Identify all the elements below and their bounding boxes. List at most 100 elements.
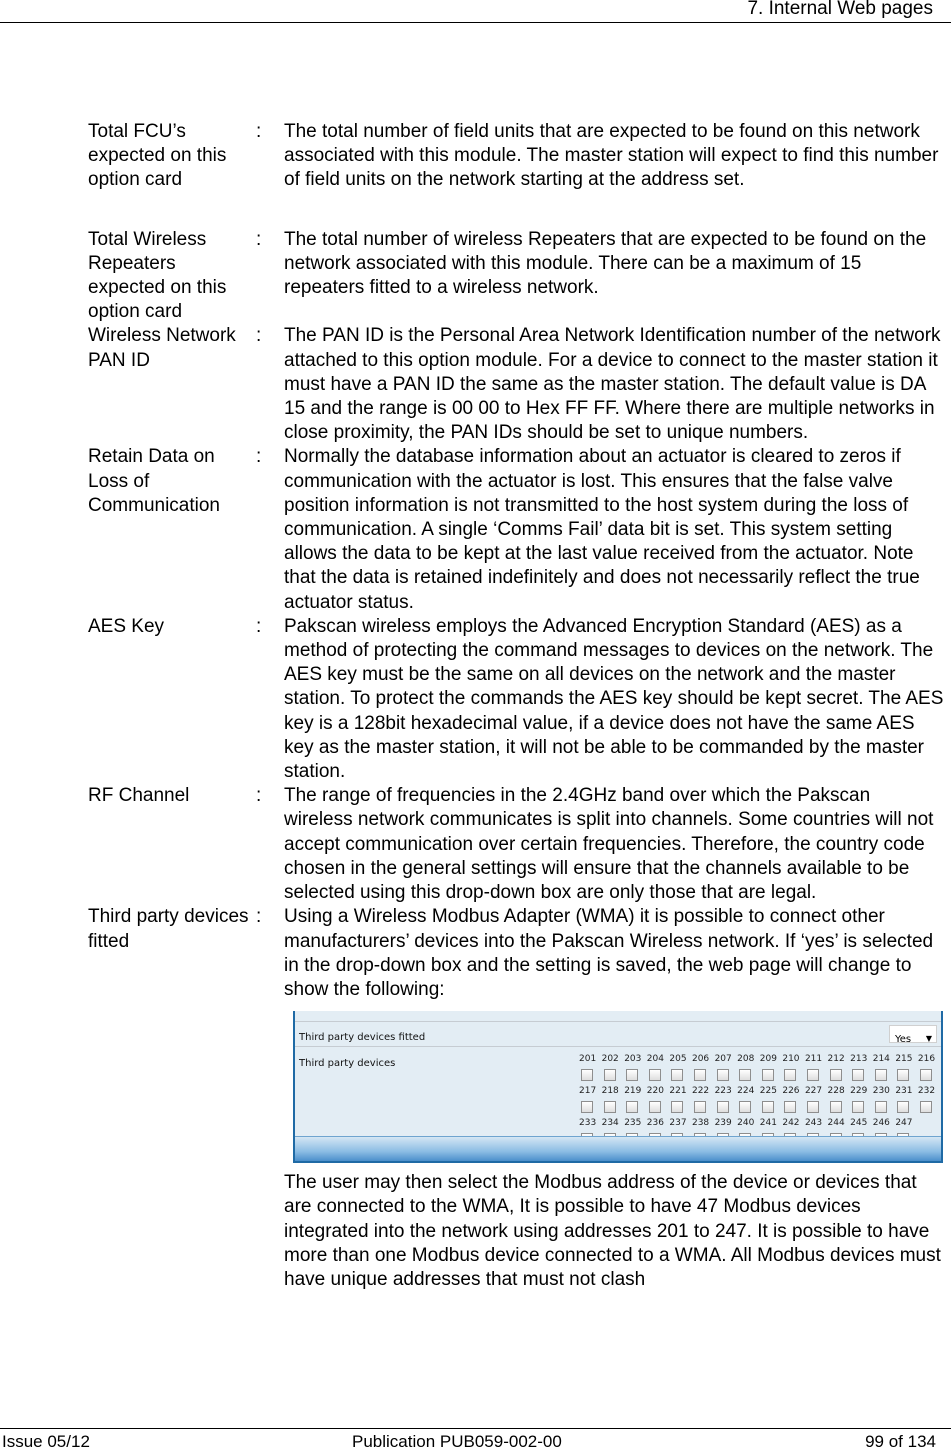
address-checkbox-227[interactable] [806, 1101, 819, 1114]
address-checkbox-205[interactable] [671, 1069, 684, 1082]
definition-description: The range of frequencies in the 2.4GHz b… [284, 785, 934, 904]
embedded-web-page-screenshot: Third party devices fitted Yes ▼ Third p… [293, 1011, 943, 1164]
address-label: 230 [872, 1086, 890, 1097]
address-checkbox-218[interactable] [603, 1101, 616, 1114]
address-label: 216 [917, 1054, 936, 1065]
address-checkbox-223[interactable] [716, 1101, 729, 1114]
definition-term: AES Key [88, 615, 165, 637]
address-checkbox-216[interactable] [919, 1069, 932, 1082]
definition-total-repeaters: Total Wireless Repeaters expected on thi… [88, 228, 948, 325]
address-label: 224 [737, 1086, 755, 1097]
third-party-fitted-label: Third party devices fitted [299, 1032, 426, 1044]
address-checkbox-222[interactable] [693, 1101, 706, 1114]
address-checkbox-202[interactable] [603, 1069, 616, 1082]
definition-term: Wireless Network PAN ID [88, 325, 236, 371]
address-label: 222 [691, 1086, 710, 1097]
definition-separator: : [256, 906, 262, 928]
third-party-devices-label: Third party devices [299, 1058, 396, 1070]
address-checkbox-209[interactable] [761, 1069, 774, 1082]
definition-term: RF Channel [88, 785, 190, 807]
address-checkbox-215[interactable] [897, 1069, 910, 1082]
address-label: 209 [759, 1054, 777, 1065]
definition-total-fcus: Total FCU’s expected on this option card… [88, 120, 948, 193]
address-checkbox-220[interactable] [648, 1101, 661, 1114]
address-checkbox-row [579, 1067, 941, 1083]
address-label: 226 [782, 1086, 800, 1097]
address-label: 231 [895, 1086, 913, 1097]
address-number-row: 233 234 235 236 237 238 239 240 241 242 243 244 245 2… [579, 1115, 941, 1131]
address-label: 205 [669, 1054, 687, 1065]
address-checkbox-219[interactable] [626, 1101, 639, 1114]
definition-separator: : [256, 325, 262, 347]
chevron-down-icon: ▼ [925, 1034, 932, 1044]
address-checkbox-211[interactable] [806, 1069, 819, 1082]
address-label: 213 [850, 1054, 868, 1065]
definition-term: Total Wireless Repeaters expected on thi… [88, 228, 227, 323]
address-label: 244 [827, 1118, 845, 1129]
address-label: 221 [669, 1086, 687, 1097]
address-label: 232 [917, 1086, 936, 1097]
address-checkbox-210[interactable] [784, 1069, 797, 1082]
address-label: 241 [759, 1118, 777, 1129]
address-checkbox-204[interactable] [648, 1069, 661, 1082]
address-checkbox-230[interactable] [874, 1101, 887, 1114]
address-checkbox-213[interactable] [852, 1069, 865, 1082]
definition-aes-key: AES Key : Pakscan wireless employs the A… [88, 615, 948, 784]
address-checkbox-207[interactable] [716, 1069, 729, 1082]
definition-description: Pakscan wireless employs the Advanced En… [284, 615, 944, 783]
address-label: 243 [804, 1118, 823, 1129]
definition-pan-id: Wireless Network PAN ID : The PAN ID is … [88, 324, 948, 445]
after-screenshot-paragraph: The user may then select the Modbus addr… [284, 1172, 941, 1290]
address-label: 246 [872, 1118, 890, 1129]
address-label: 208 [737, 1054, 755, 1065]
address-number-row: 217 218 219 220 221 222 223 224 225 226 227 228 229 2… [579, 1083, 941, 1099]
address-label: 245 [850, 1118, 868, 1129]
address-label: 229 [850, 1086, 868, 1097]
address-label: 211 [804, 1054, 823, 1065]
address-label: 227 [804, 1086, 823, 1097]
issue-label: Issue 05/12 [2, 1432, 90, 1451]
address-checkbox-201[interactable] [581, 1069, 593, 1082]
address-label: 210 [782, 1054, 800, 1065]
address-checkbox-232[interactable] [919, 1101, 932, 1114]
address-checkbox-208[interactable] [739, 1069, 752, 1082]
address-checkbox-206[interactable] [693, 1069, 706, 1082]
address-checkbox-217[interactable] [581, 1101, 593, 1114]
address-checkbox-224[interactable] [739, 1101, 752, 1114]
definition-separator: : [256, 446, 262, 468]
address-checkbox-225[interactable] [761, 1101, 774, 1114]
address-checkbox-226[interactable] [784, 1101, 797, 1114]
address-checkbox-203[interactable] [626, 1069, 639, 1082]
address-checkbox-212[interactable] [829, 1069, 842, 1082]
web-page-footer-bar [295, 1136, 941, 1162]
publication-label: Publication PUB059-002-00 [352, 1432, 562, 1451]
address-label: 233 [579, 1118, 597, 1129]
definition-description: Using a Wireless Modbus Adapter (WMA) it… [284, 905, 944, 1164]
address-checkbox-221[interactable] [671, 1101, 684, 1114]
address-label: 240 [737, 1118, 755, 1129]
address-label: 236 [646, 1118, 664, 1129]
address-checkbox-228[interactable] [829, 1101, 842, 1114]
address-label: 207 [714, 1054, 732, 1065]
address-label: 223 [714, 1086, 732, 1097]
definition-third-party: Third party devices fitted : Using a Wir… [88, 905, 948, 1164]
address-checkbox-229[interactable] [852, 1101, 865, 1114]
address-label: 225 [759, 1086, 777, 1097]
definition-term: Third party devices fitted [88, 906, 249, 952]
address-label: 217 [579, 1086, 597, 1097]
address-checkbox-214[interactable] [874, 1069, 887, 1082]
address-checkbox-231[interactable] [897, 1101, 910, 1114]
definition-description: The total number of wireless Repeaters t… [284, 228, 927, 299]
address-label: 215 [895, 1054, 913, 1065]
address-label: 203 [624, 1054, 642, 1065]
definition-list: Total FCU’s expected on this option card… [88, 120, 948, 1292]
address-label: 220 [646, 1086, 664, 1097]
page-number: 99 of 134 [865, 1432, 936, 1451]
definition-description: The total number of field units that are… [284, 121, 939, 191]
third-party-fitted-select[interactable]: Yes ▼ [889, 1025, 937, 1045]
address-label: 212 [827, 1054, 845, 1065]
address-label: 242 [782, 1118, 800, 1129]
address-label: 218 [601, 1086, 619, 1097]
address-label: 206 [691, 1054, 710, 1065]
page-footer: Issue 05/12 Publication PUB059-002-00 99… [0, 1428, 951, 1455]
